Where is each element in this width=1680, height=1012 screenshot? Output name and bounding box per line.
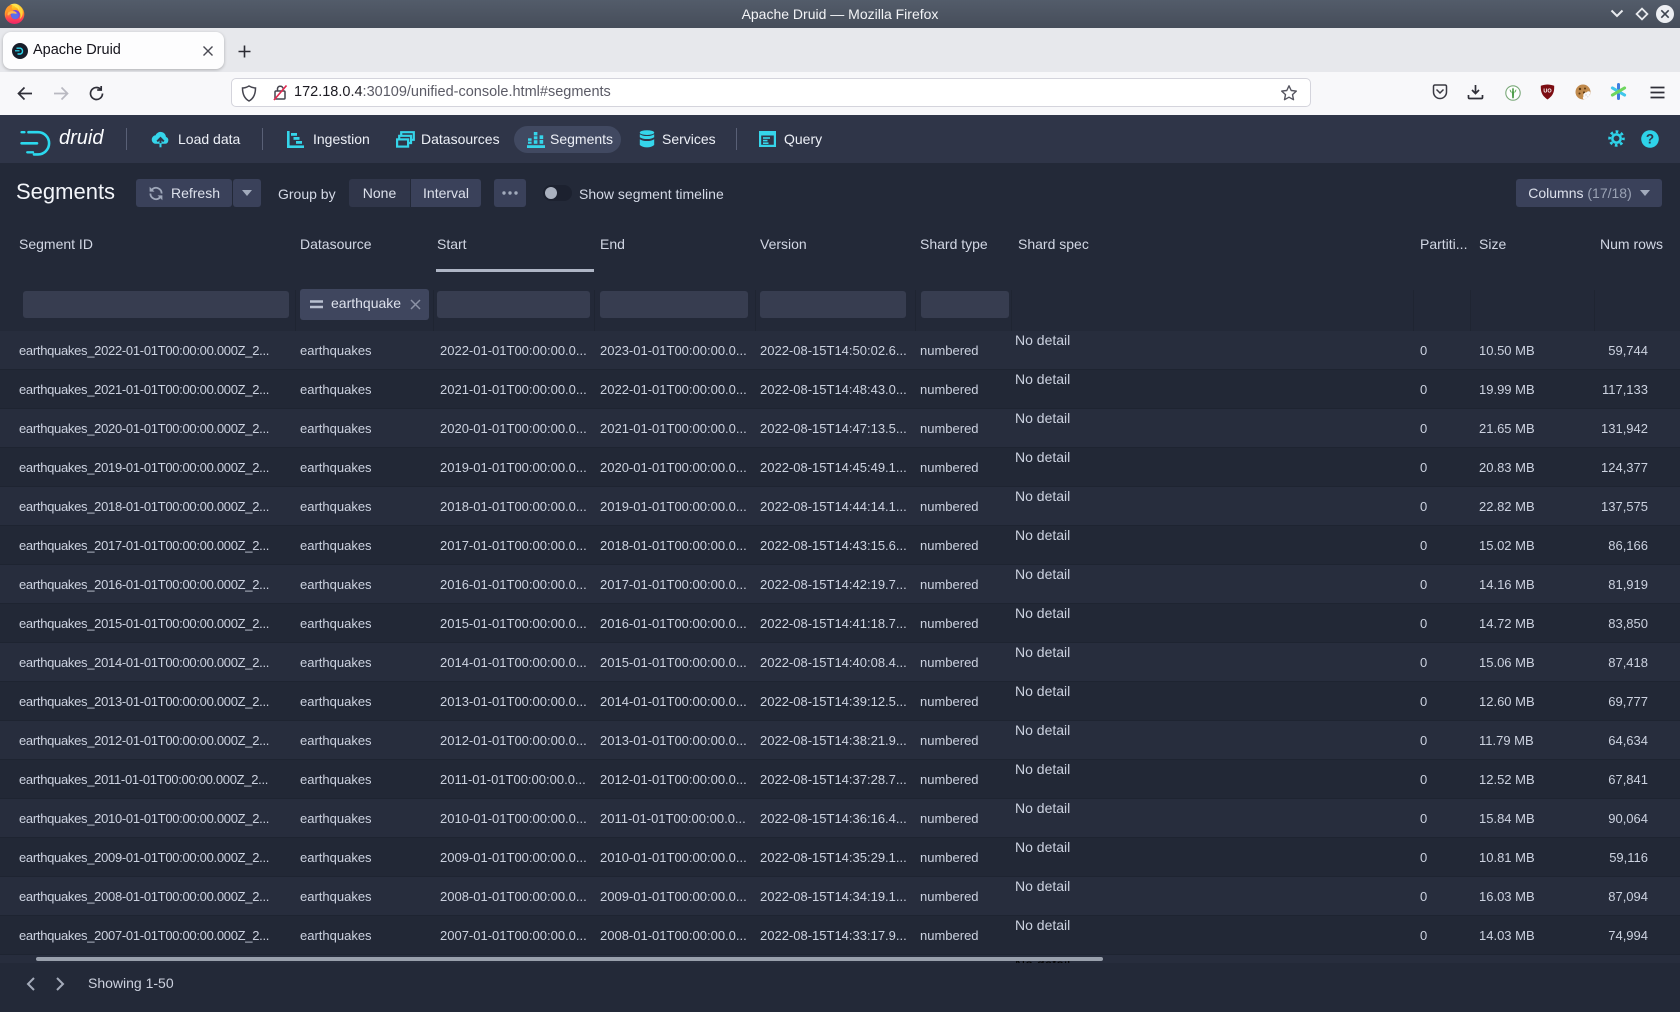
svg-text:UO: UO [1543,89,1552,95]
svg-text:?: ? [1646,132,1654,147]
